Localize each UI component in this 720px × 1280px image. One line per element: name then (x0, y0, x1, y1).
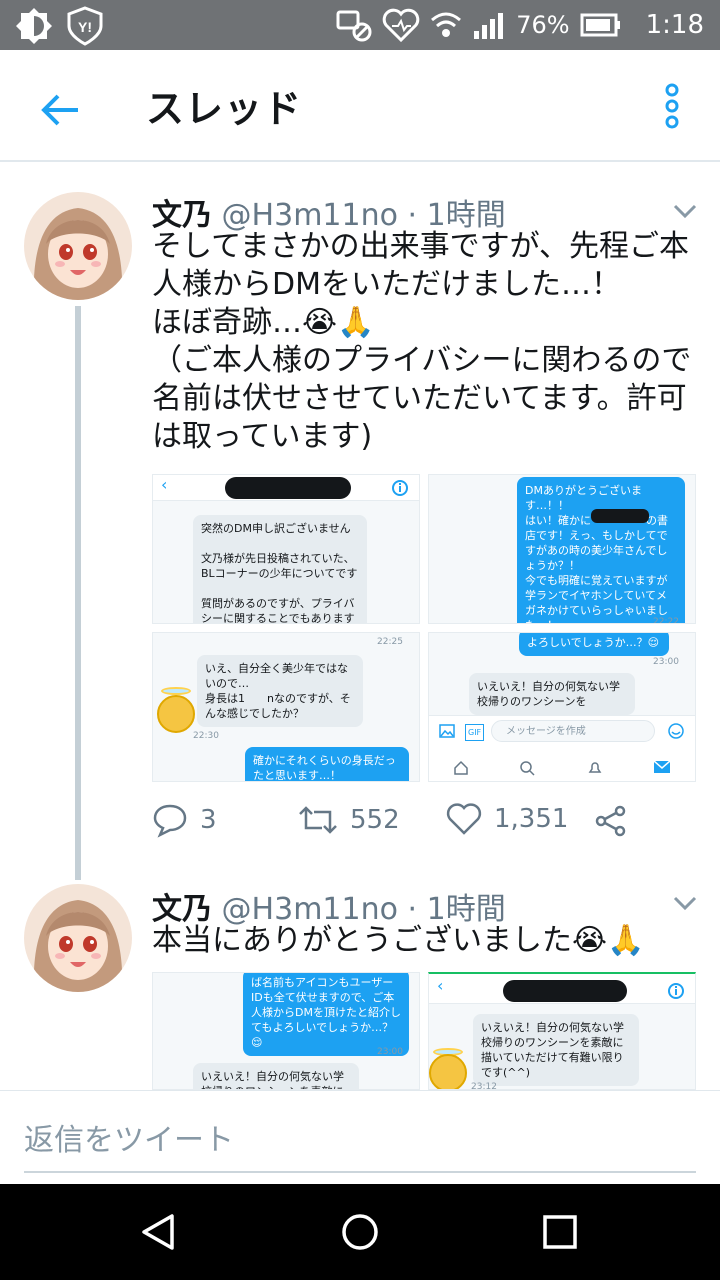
media-grid[interactable]: ‹ 突然のDM申し訳ございません 文乃様が先日投稿されていた、BLコーナーの少年… (152, 474, 696, 782)
reply-input-placeholder: 返信をツイート (24, 1123, 234, 1158)
back-nav-icon[interactable] (136, 1208, 184, 1256)
redacted-store (591, 509, 649, 523)
retweet-icon (299, 806, 337, 834)
tweet-text: そしてまさかの出来事ですが、先程ご本人様からDMをいただけました…！ ほぼ奇跡…… (152, 229, 692, 454)
info-icon (668, 983, 684, 999)
dm-bubble-sent: 確かにそれくらいの身長だったと思います…！ (245, 747, 409, 781)
back-arrow-icon[interactable] (38, 88, 82, 132)
dm-bubble: いえ、自分全く美少年ではないので… 身長は1 nなのですが、そんな感じでしたか？ (197, 655, 363, 727)
thread-connector (75, 306, 81, 880)
media-image-2[interactable]: DMありがとうございます…！！ はい！確かに の書店です！えっ、もしかしてですが… (428, 474, 696, 624)
tweet-actions: 3 552 1,351 (152, 800, 672, 844)
dm-timestamp: 23:00 (653, 657, 679, 667)
page-title: スレッド (146, 87, 303, 131)
more-options-icon[interactable] (660, 82, 684, 130)
svg-text:Y!: Y! (78, 19, 92, 35)
avatar[interactable] (24, 192, 132, 300)
chevron-down-icon[interactable] (672, 894, 698, 912)
media-image-4[interactable]: よろしいでしょうか…？😌 23:00 いえいえ！自分の何気ない学校帰りのワンシー… (428, 632, 696, 782)
signal-icon (474, 13, 504, 39)
dm-bubble: いえいえ！自分の何気ない学校帰りのワンシーンを素敵に描いていただけて有難い限りで… (473, 1014, 639, 1086)
share-icon[interactable] (594, 804, 628, 838)
battery-percent: 76% (516, 11, 570, 39)
info-icon (392, 480, 408, 496)
heart-health-icon (383, 8, 420, 42)
media-image-1[interactable]: ば名前もアイコンもユーザーIDも全て伏せますので、ご本人様からDMを頂けたと紹介… (152, 972, 420, 1090)
messages-tab-icon (653, 760, 671, 773)
home-nav-icon[interactable] (336, 1208, 384, 1256)
brightness-icon (16, 8, 52, 44)
retweet-count: 552 (350, 805, 400, 835)
dm-bubble-sent: ば名前もアイコンもユーザーIDも全て伏せますので、ご本人様からDMを頂けたと紹介… (243, 973, 409, 1056)
recents-nav-icon[interactable] (536, 1208, 584, 1256)
redacted-name (503, 980, 627, 1002)
app-header: スレッド (0, 50, 720, 162)
dm-timestamp: 23:12 (471, 1082, 497, 1090)
like-count: 1,351 (494, 804, 569, 834)
wifi-icon (431, 12, 462, 37)
heart-icon (446, 803, 482, 835)
dm-timestamp: 22:22 (653, 617, 679, 624)
retweet-button[interactable]: 552 (298, 802, 400, 838)
media-image-3[interactable]: 22:25 いえ、自分全く美少年ではないので… 身長は1 nなのですが、そんな感… (152, 632, 420, 782)
search-tab-icon (520, 761, 535, 776)
dm-timestamp: 22:25 (377, 637, 403, 647)
shield-app-icon: Y! (67, 6, 103, 46)
back-chevron-icon: ‹ (161, 475, 168, 494)
media-image-2[interactable]: ‹ いえいえ！自分の何気ない学校帰りのワンシーンを素敵に描いていただけて有難い限… (428, 972, 696, 1090)
notifications-tab-icon (588, 762, 602, 773)
image-icon (439, 724, 455, 738)
dm-bubble: いえいえ！自分の何気ない学校帰りのワンシーンを (469, 673, 635, 715)
dm-timestamp: 22:30 (193, 731, 219, 741)
clock: 1:18 (645, 10, 704, 40)
like-button[interactable]: 1,351 (446, 802, 568, 836)
home-tab-icon (454, 760, 468, 775)
status-bar: Y! 76% 1:18 (0, 0, 720, 50)
dm-bubble-sent: よろしいでしょうか…？😌 (519, 633, 669, 656)
reply-button[interactable]: 3 (152, 802, 217, 838)
reply-count: 3 (200, 805, 217, 835)
gif-icon: GIF (465, 724, 485, 741)
reply-input[interactable]: 返信をツイート (24, 1115, 696, 1173)
battery-icon (580, 13, 620, 37)
back-chevron-icon: ‹ (437, 976, 444, 995)
media-image-1[interactable]: ‹ 突然のDM申し訳ございません 文乃様が先日投稿されていた、BLコーナーの少年… (152, 474, 420, 624)
vpn-icon (336, 10, 372, 42)
dm-compose-bar: GIF メッセージを作成 (429, 715, 695, 781)
reply-composer: 返信をツイート (0, 1090, 720, 1184)
dm-input-placeholder: メッセージを作成 (506, 726, 586, 737)
redacted-name (225, 477, 351, 499)
dm-bubble: 突然のDM申し訳ございません 文乃様が先日投稿されていた、BLコーナーの少年につ… (193, 515, 367, 623)
dm-bubble-sent: DMありがとうございます…！！ はい！確かに の書店です！えっ、もしかしてですが… (517, 477, 685, 623)
smiling-face-icon (157, 695, 195, 733)
media-grid[interactable]: ば名前もアイコンもユーザーIDも全て伏せますので、ご本人様からDMを頂けたと紹介… (152, 972, 696, 1090)
emoji-icon (668, 723, 684, 739)
reply-icon (153, 804, 187, 838)
tweet-text: 本当にありがとうございました😭🙏 (152, 923, 645, 958)
dm-input: メッセージを作成 (491, 720, 655, 742)
smiling-face-icon (429, 1054, 467, 1089)
chevron-down-icon[interactable] (672, 202, 698, 220)
dm-timestamp: 23:00 (377, 1047, 403, 1057)
dm-bubble: いえいえ！自分の何気ない学校帰りのワンシーンを素敵に描い (193, 1063, 359, 1089)
system-nav-bar (0, 1184, 720, 1280)
avatar[interactable] (24, 884, 132, 992)
halo-icon (161, 687, 191, 695)
